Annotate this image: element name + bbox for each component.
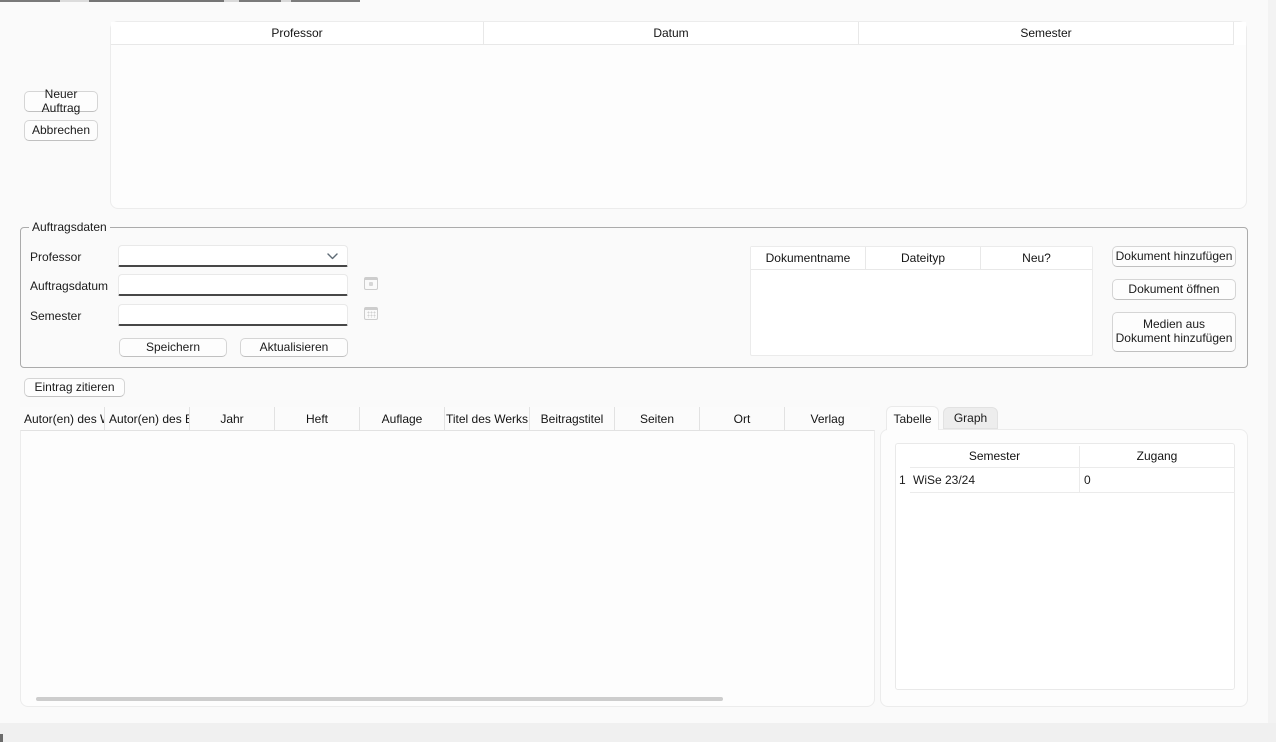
citations-column-year[interactable]: Jahr: [190, 407, 275, 430]
cancel-button[interactable]: Abbrechen: [24, 120, 98, 141]
orders-column-datum[interactable]: Datum: [484, 22, 859, 45]
orders-column-semester[interactable]: Semester: [859, 22, 1234, 45]
orders-table[interactable]: Professor Datum Semester: [110, 21, 1247, 209]
add-media-from-document-button[interactable]: Medien aus Dokument hinzufügen: [1112, 312, 1236, 352]
citations-column-work-authors[interactable]: Autor(en) des Werks: [20, 407, 105, 430]
order-date-input[interactable]: [118, 274, 348, 296]
row-zugang: 0: [1084, 473, 1091, 487]
window-right-edge: [1268, 0, 1276, 742]
citations-column-issue[interactable]: Heft: [275, 407, 360, 430]
semester-input[interactable]: [118, 304, 348, 326]
tab-graph[interactable]: Graph: [943, 407, 998, 429]
window-bottom-edge: [0, 723, 1276, 742]
orders-table-header: Professor Datum Semester: [111, 22, 1246, 45]
citations-table-body[interactable]: [20, 430, 875, 707]
citations-column-edition[interactable]: Auflage: [360, 407, 445, 430]
citations-column-work-title[interactable]: Titel des Werks: [445, 407, 530, 430]
open-document-button[interactable]: Dokument öffnen: [1112, 279, 1236, 300]
window-corner-mark: [0, 734, 3, 742]
citations-column-publisher[interactable]: Verlag: [785, 407, 870, 430]
stats-panel: Semester Zugang 1 WiSe 23/24 0: [880, 429, 1248, 707]
citations-column-contribution-title[interactable]: Beitragstitel: [530, 407, 615, 430]
order-date-label: Auftragsdatum: [30, 279, 108, 293]
order-data-group-title: Auftragsdaten: [29, 220, 110, 234]
row-index: 1: [899, 473, 906, 487]
semester-access-table[interactable]: Semester Zugang 1 WiSe 23/24 0: [895, 443, 1235, 690]
row-semester: WiSe 23/24: [913, 473, 975, 487]
documents-table[interactable]: Dokumentname Dateityp Neu?: [750, 246, 1093, 356]
professor-label: Professor: [30, 250, 81, 264]
stats-header-divider: [910, 467, 1235, 468]
window-top-edge: [0, 0, 365, 2]
add-document-button[interactable]: Dokument hinzufügen: [1112, 246, 1236, 267]
citations-table-header: Autor(en) des Werks Autor(en) des Beitra…: [20, 407, 870, 430]
cite-entry-button[interactable]: Eintrag zitieren: [24, 378, 125, 397]
citations-column-place[interactable]: Ort: [700, 407, 785, 430]
new-order-button[interactable]: Neuer Auftrag: [24, 91, 98, 112]
semester-label: Semester: [30, 309, 81, 323]
stats-column-zugang[interactable]: Zugang: [1079, 449, 1235, 463]
orders-column-professor[interactable]: Professor: [111, 22, 484, 45]
save-button[interactable]: Speichern: [119, 338, 227, 357]
stats-column-divider: [1079, 446, 1080, 493]
professor-combobox[interactable]: [118, 245, 348, 267]
documents-table-header: Dokumentname Dateityp Neu?: [751, 247, 1092, 270]
professor-combobox-input[interactable]: [118, 245, 348, 267]
citations-column-pages[interactable]: Seiten: [615, 407, 700, 430]
horizontal-scrollbar[interactable]: [36, 697, 723, 701]
documents-column-filetype[interactable]: Dateityp: [866, 247, 981, 270]
chevron-down-icon[interactable]: [326, 252, 338, 260]
documents-column-new[interactable]: Neu?: [981, 247, 1092, 270]
calendar-grid-icon[interactable]: [364, 307, 378, 320]
citations-column-contribution-authors[interactable]: Autor(en) des Beitrags: [105, 407, 190, 430]
stats-column-semester[interactable]: Semester: [910, 449, 1079, 463]
refresh-button[interactable]: Aktualisieren: [240, 338, 348, 357]
documents-column-name[interactable]: Dokumentname: [751, 247, 866, 270]
calendar-icon[interactable]: [364, 277, 378, 290]
stats-row-divider: [910, 492, 1235, 493]
tab-tabelle[interactable]: Tabelle: [886, 406, 939, 430]
